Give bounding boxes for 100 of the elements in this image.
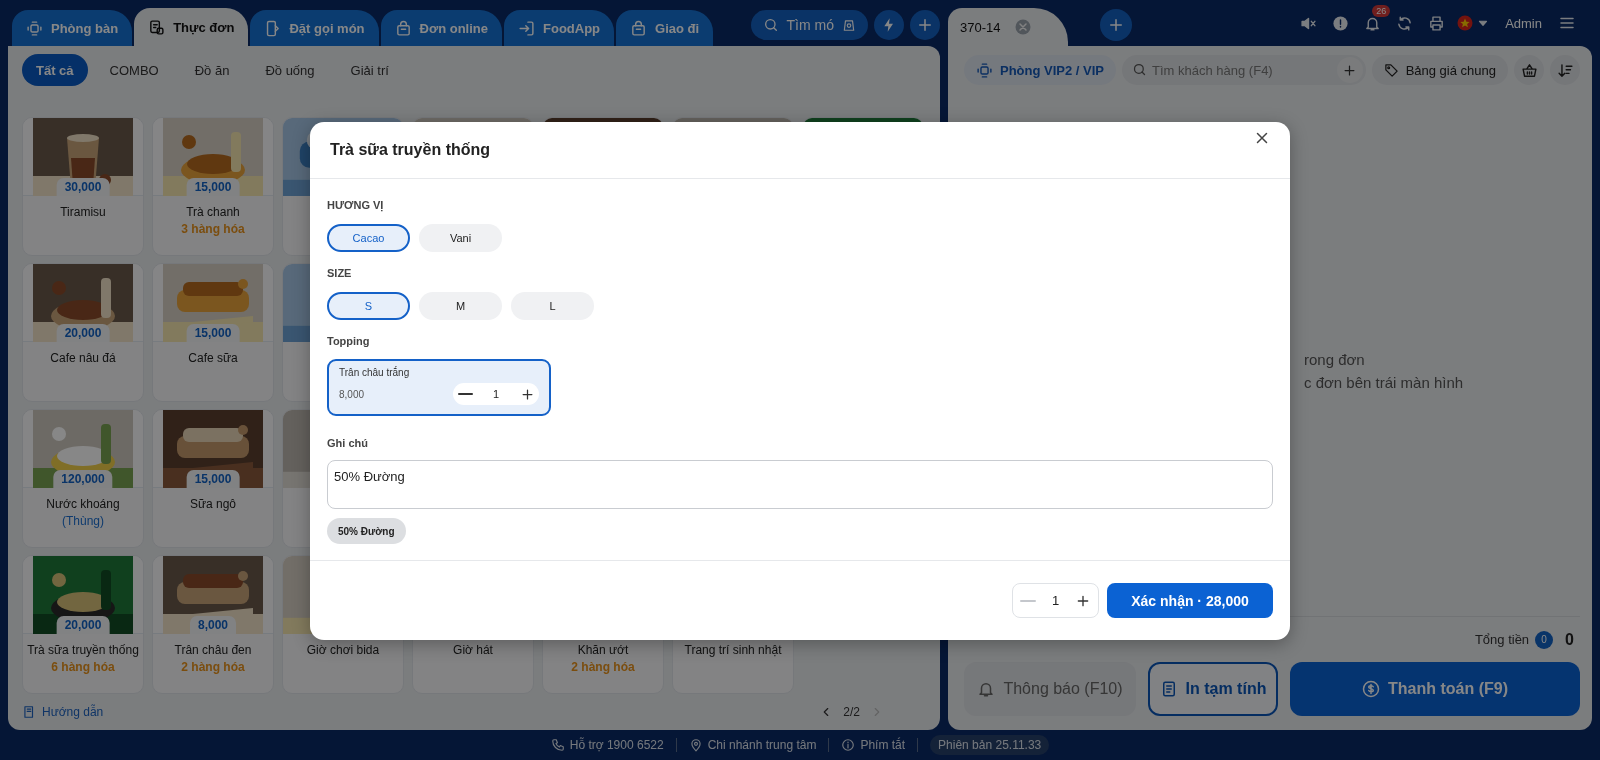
customer-search-field[interactable]: Tìm khách hàng (F4) xyxy=(1122,55,1366,85)
product-search-button[interactable]: Tìm mó xyxy=(750,10,868,40)
price-badge: 15,000 xyxy=(186,178,240,196)
price-badge: 15,000 xyxy=(186,470,240,488)
phone-icon xyxy=(264,19,282,37)
product-card[interactable]: 15,000 Sữa ngô xyxy=(152,409,274,548)
option-group-label: HƯƠNG VỊ xyxy=(327,198,385,212)
search-icon xyxy=(762,17,779,33)
topping-label: Topping xyxy=(327,334,371,348)
product-name: Sữa ngô xyxy=(189,497,237,511)
status-text: Hỗ trợ 1900 6522 xyxy=(569,738,664,752)
new-order-button[interactable] xyxy=(1100,9,1132,41)
nav-tab[interactable]: Đơn online xyxy=(380,10,502,46)
nav-tab[interactable]: Thực đơn xyxy=(134,8,249,46)
order-tab[interactable]: 370-14 xyxy=(948,8,1068,46)
login-icon xyxy=(518,19,535,37)
table-icon xyxy=(976,61,993,79)
sort-icon xyxy=(1556,61,1574,79)
note-field[interactable]: 50% Đường xyxy=(327,460,1273,509)
tag-icon xyxy=(1383,62,1399,78)
product-card[interactable]: 15,000 Trà chanh 3 hàng hóa xyxy=(152,117,274,256)
action-button[interactable]: In tạm tính xyxy=(1148,662,1278,716)
flag-icon xyxy=(1456,14,1475,32)
category-tab[interactable]: Đồ uống xyxy=(251,54,329,86)
dollar-icon xyxy=(1362,680,1380,698)
status-text: Chi nhánh trung tâm xyxy=(707,738,817,752)
category-tab[interactable]: COMBO xyxy=(95,54,173,86)
option-chip[interactable]: Vani xyxy=(419,224,502,252)
location-pin-icon xyxy=(688,738,703,752)
quick-note-chip[interactable]: 50% Đường xyxy=(327,518,406,544)
price-badge: 30,000 xyxy=(56,178,110,196)
product-name: Trà sữa truyền thống xyxy=(27,643,139,657)
room-button[interactable]: Phòng VIP2 / VIP xyxy=(964,55,1117,85)
plus-icon xyxy=(916,16,934,34)
book-icon xyxy=(22,705,36,719)
topping-card[interactable]: Trân châu trắng 8,000 1 xyxy=(327,359,551,416)
quantity-value: 1 xyxy=(492,388,500,400)
product-card[interactable]: 15,000 Cafe sữa xyxy=(152,263,274,402)
nav-tab[interactable]: Phòng bàn xyxy=(12,10,133,46)
product-note: (Thùng) xyxy=(62,514,104,528)
product-note: 2 hàng hóa xyxy=(571,660,635,674)
empty-order-text: rong đơn xyxy=(1304,350,1366,370)
increase-button[interactable] xyxy=(519,386,535,402)
nav-tab[interactable]: Đặt gọi món xyxy=(250,10,379,46)
option-chip[interactable]: S xyxy=(327,292,410,320)
bag-icon xyxy=(630,19,648,37)
quantity-value: 1 xyxy=(1051,593,1060,608)
status-text: Phím tắt xyxy=(860,738,906,752)
price-badge: 20,000 xyxy=(56,616,110,634)
product-name: Nước khoáng xyxy=(46,497,120,511)
order-tab-label: 370-14 xyxy=(960,19,1001,35)
action-button[interactable]: Thanh toán (F9) xyxy=(1290,662,1580,716)
minus-icon xyxy=(457,392,473,396)
product-card[interactable]: 8,000 Trân châu đen 2 hàng hóa xyxy=(152,555,274,694)
user-name[interactable]: Admin xyxy=(1505,15,1542,31)
total-label: Tổng tiền xyxy=(1474,632,1530,647)
guide-link[interactable]: Hướng dẫn xyxy=(22,705,104,719)
bell-button[interactable]: 26 xyxy=(1357,8,1388,38)
product-note: 2 hàng hóa xyxy=(181,660,245,674)
bell-icon xyxy=(977,680,996,698)
product-name: Trang trí sinh nhật xyxy=(684,643,782,657)
product-name: Giờ hát xyxy=(453,643,493,657)
topping-price: 8,000 xyxy=(339,388,365,400)
info-icon xyxy=(841,738,856,752)
option-chip[interactable]: Cacao xyxy=(327,224,410,252)
option-chip[interactable]: L xyxy=(511,292,594,320)
quick-action-button[interactable] xyxy=(874,10,904,40)
product-name: Cafe sữa xyxy=(188,351,238,365)
confirm-button[interactable]: Xác nhận · 28,000 xyxy=(1107,583,1273,618)
nav-tab[interactable]: FoodApp xyxy=(504,10,615,46)
basket-icon xyxy=(1520,61,1538,79)
category-tab[interactable]: Giải trí xyxy=(336,54,403,86)
category-tab[interactable]: Tất cả xyxy=(22,54,88,86)
price-list-button[interactable]: Bảng giá chung xyxy=(1371,55,1508,85)
total-amount: 0 xyxy=(1565,630,1574,649)
scale-icon xyxy=(842,18,856,32)
nav-tab[interactable]: Giao đi xyxy=(616,10,714,46)
category-tab[interactable]: Đồ ăn xyxy=(180,54,244,86)
action-button[interactable]: Thông báo (F10) xyxy=(964,662,1136,716)
minus-icon xyxy=(1020,598,1036,603)
refresh-icon xyxy=(1395,14,1413,32)
option-group-label: SIZE xyxy=(327,266,353,280)
product-name: Trà chanh xyxy=(186,205,240,219)
empty-order-text: c đơn bên trái màn hình xyxy=(1304,373,1465,393)
alert-icon xyxy=(1331,14,1349,32)
add-button[interactable] xyxy=(910,10,940,40)
option-chip[interactable]: M xyxy=(419,292,502,320)
product-card[interactable]: 20,000 Trà sữa truyền thống 6 hàng hóa xyxy=(22,555,144,694)
basket-button[interactable] xyxy=(1514,55,1544,85)
product-note: 3 hàng hóa xyxy=(181,222,245,236)
product-card[interactable]: 30,000 Tiramisu xyxy=(22,117,144,256)
product-card[interactable]: 20,000 Cafe nâu đá xyxy=(22,263,144,402)
price-badge: 8,000 xyxy=(190,616,236,634)
phone-icon xyxy=(550,738,565,752)
plus-icon xyxy=(1342,62,1358,78)
price-badge: 15,000 xyxy=(186,324,240,342)
bag-icon xyxy=(394,19,412,37)
note-label: Ghi chú xyxy=(327,436,369,450)
product-card[interactable]: 120,000 Nước khoáng (Thùng) xyxy=(22,409,144,548)
sort-button[interactable] xyxy=(1550,55,1580,85)
